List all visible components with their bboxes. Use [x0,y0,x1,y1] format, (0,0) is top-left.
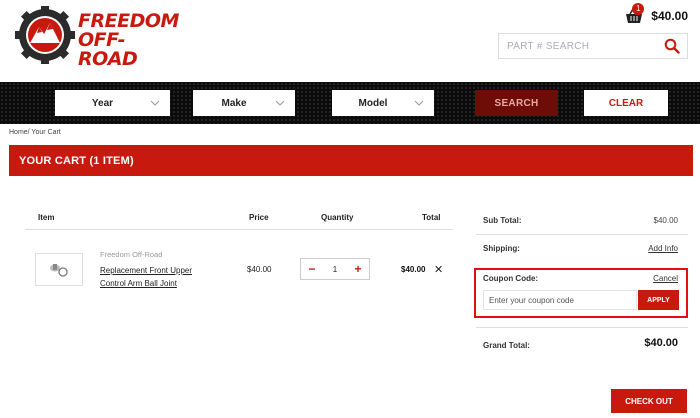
basket-icon[interactable]: 1 [625,3,645,24]
filter-search-button[interactable]: SEARCH [475,90,558,116]
summary-divider [476,234,688,235]
product-name-link[interactable]: Replacement Front Upper Control Arm Ball… [100,264,220,290]
chevron-down-icon [150,100,160,106]
coupon-code-input[interactable] [483,290,637,310]
year-select-label: Year [91,97,114,109]
search-icon[interactable] [664,38,680,54]
make-select[interactable]: Make [193,90,295,116]
summary-divider [476,327,688,328]
subtotal-value: $40.00 [653,216,678,225]
apply-coupon-button[interactable]: APPLY [638,290,679,310]
breadcrumb[interactable]: Home/ Your Cart [9,129,61,136]
coupon-cancel-link[interactable]: Cancel [653,274,678,283]
product-brand: Freedom Off-Road [100,250,163,259]
year-select[interactable]: Year [55,90,170,116]
table-header-divider [25,229,453,230]
col-header-quantity: Quantity [321,213,354,222]
coupon-label: Coupon Code: [483,274,539,283]
checkout-button[interactable]: CHECK OUT [611,389,687,413]
close-icon[interactable]: ✕ [434,263,443,276]
cart-page: FREEDOM OFF-ROAD 1 $40.00 Year Make [0,0,700,418]
product-thumbnail[interactable] [35,253,83,286]
chevron-down-icon [414,100,424,106]
line-total: $40.00 [401,265,426,274]
cart-title-bar: YOUR CART (1 ITEM) [9,145,693,176]
product-price: $40.00 [247,265,272,274]
shipping-add-info-link[interactable]: Add Info [648,244,678,253]
logo-gear-icon [15,6,75,64]
make-select-label: Make [221,97,247,109]
chevron-down-icon [275,100,285,106]
minus-icon[interactable]: − [307,263,317,275]
col-header-price: Price [249,213,269,222]
logo-line-2: OFF-ROAD [78,29,138,70]
part-search [498,33,688,59]
subtotal-label: Sub Total: [483,216,522,225]
quantity-value[interactable]: 1 [333,265,337,274]
col-header-total: Total [422,213,441,222]
shipping-label: Shipping: [483,244,520,253]
col-header-item: Item [38,213,55,222]
logo-wordmark: FREEDOM OFF-ROAD [78,12,179,69]
page-title: YOUR CART (1 ITEM) [19,154,134,167]
grand-total-value: $40.00 [644,337,678,349]
filter-clear-button[interactable]: CLEAR [584,90,668,116]
part-search-input[interactable] [507,40,657,52]
mini-cart-total: $40.00 [651,9,688,23]
quantity-stepper: − 1 + [300,258,370,280]
mini-cart[interactable]: 1 $40.00 [625,3,688,24]
model-select[interactable]: Model [332,90,434,116]
ball-joint-image [50,263,68,277]
vehicle-filter-bar: Year Make Model SEARCH CLEAR [0,82,700,124]
grand-total-label: Grand Total: [483,341,530,350]
plus-icon[interactable]: + [353,263,363,275]
model-select-label: Model [358,97,388,109]
site-logo[interactable]: FREEDOM OFF-ROAD [14,6,179,69]
